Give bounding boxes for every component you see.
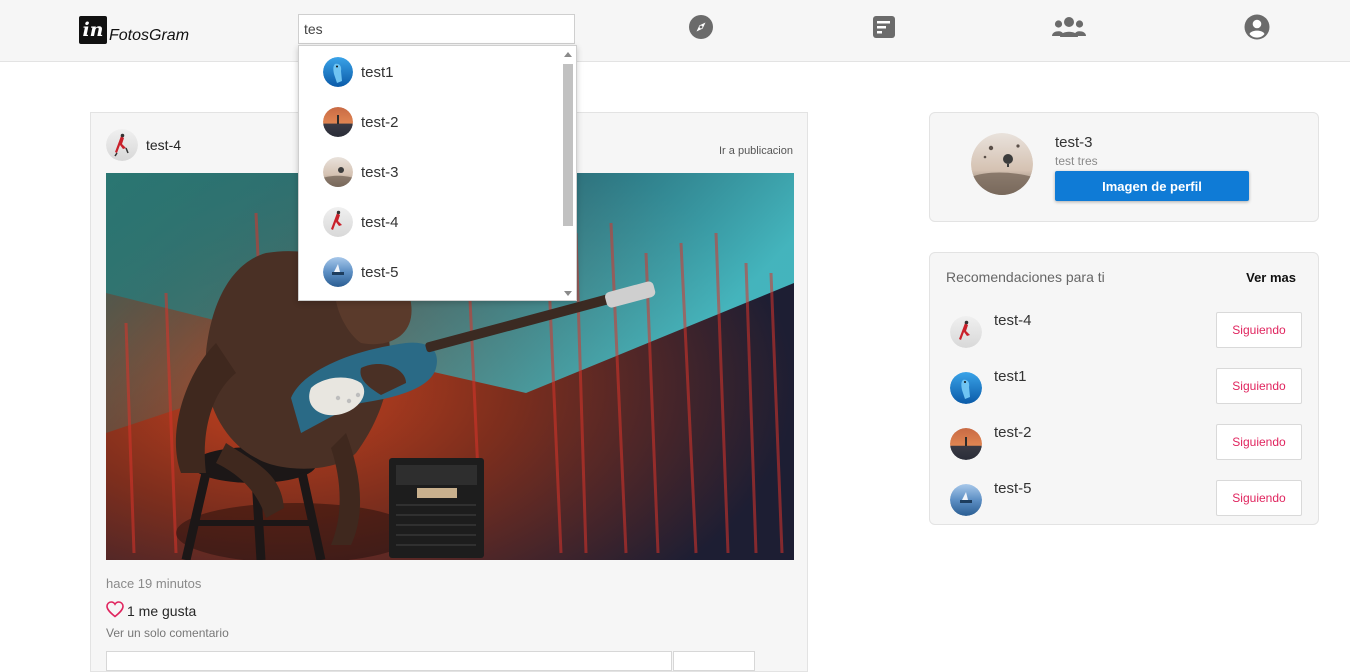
avatar[interactable] (950, 428, 982, 460)
see-more-link[interactable]: Ver mas (1246, 270, 1296, 285)
avatar[interactable] (950, 372, 982, 404)
avatar (323, 157, 353, 187)
post-author-name: test-4 (146, 137, 182, 153)
search-result-item[interactable]: test-2 (323, 106, 399, 138)
list-item: test1 Siguiendo (950, 368, 1302, 404)
search-result-item[interactable]: test-3 (323, 156, 399, 188)
profile-avatar[interactable] (971, 133, 1033, 195)
avatar (323, 257, 353, 287)
post-timestamp: hace 19 minutos (106, 576, 202, 591)
recommendation-username[interactable]: test-2 (994, 424, 1032, 441)
search-input[interactable] (299, 15, 574, 43)
app-logo[interactable]: in FotosGram (79, 16, 189, 44)
likes-count-label: 1 me gusta (127, 603, 197, 619)
list-item: test-5 Siguiendo (950, 480, 1302, 516)
search-box[interactable] (298, 14, 575, 44)
profile-image-button[interactable]: Imagen de perfil (1055, 171, 1249, 201)
comment-input[interactable] (106, 651, 672, 671)
recommendation-username[interactable]: test1 (994, 368, 1027, 385)
search-result-item[interactable]: test1 (323, 56, 394, 88)
avatar (323, 57, 353, 87)
avatar[interactable] (950, 316, 982, 348)
following-button[interactable]: Siguiendo (1216, 368, 1302, 404)
search-result-item[interactable]: test-4 (323, 206, 399, 238)
recommendation-username[interactable]: test-4 (994, 312, 1032, 329)
heart-icon[interactable] (106, 601, 124, 621)
search-results-dropdown: test1 test-2 test-3 test-4 test-5 (298, 45, 577, 301)
search-result-name: test1 (361, 63, 394, 81)
avatar (323, 107, 353, 137)
recommendations-card: Recomendaciones para ti Ver mas test-4 S… (929, 252, 1319, 525)
logo-text: FotosGram (109, 27, 190, 44)
compass-icon[interactable] (688, 14, 714, 40)
post-author[interactable]: test-4 (106, 129, 181, 161)
search-result-name: test-4 (361, 213, 399, 231)
profile-username: test-3 (1055, 134, 1093, 151)
scroll-down-icon[interactable] (564, 291, 572, 296)
logo-mark: in (79, 16, 107, 44)
profile-card: test-3 test tres Imagen de perfil (929, 112, 1319, 222)
search-result-item[interactable]: test-5 (323, 256, 399, 288)
search-result-name: test-3 (361, 163, 399, 181)
search-result-name: test-5 (361, 263, 399, 281)
recommendation-username[interactable]: test-5 (994, 480, 1032, 497)
following-button[interactable]: Siguiendo (1216, 480, 1302, 516)
account-circle-icon[interactable] (1244, 14, 1270, 40)
post-likes: 1 me gusta (106, 601, 196, 621)
scroll-up-icon[interactable] (564, 52, 572, 57)
scrollbar-thumb[interactable] (563, 64, 573, 226)
profile-fullname: test tres (1055, 154, 1098, 168)
following-button[interactable]: Siguiendo (1216, 424, 1302, 460)
following-button[interactable]: Siguiendo (1216, 312, 1302, 348)
avatar (106, 129, 138, 161)
comment-submit-button[interactable] (673, 651, 755, 671)
list-item: test-4 Siguiendo (950, 312, 1302, 348)
dropdown-scrollbar[interactable] (561, 50, 574, 298)
feed-icon[interactable] (871, 14, 897, 40)
search-result-name: test-2 (361, 113, 399, 131)
recommendations-title: Recomendaciones para ti (946, 269, 1105, 285)
avatar[interactable] (950, 484, 982, 516)
list-item: test-2 Siguiendo (950, 424, 1302, 460)
go-to-post-link[interactable]: Ir a publicacion (719, 145, 793, 157)
top-navigation-bar: in FotosGram (0, 0, 1350, 62)
users-icon[interactable] (1052, 14, 1086, 40)
avatar (323, 207, 353, 237)
view-comments-link[interactable]: Ver un solo comentario (106, 626, 229, 640)
